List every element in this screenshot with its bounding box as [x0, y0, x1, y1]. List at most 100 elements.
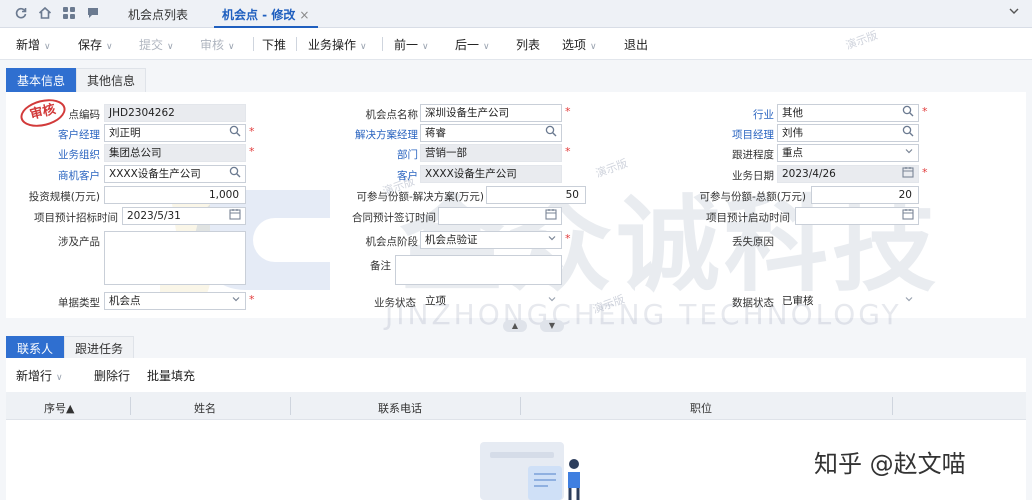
opp-name-field[interactable]: 深圳设备生产公司: [420, 104, 562, 122]
doc-type-select[interactable]: 机会点: [104, 292, 246, 310]
search-icon[interactable]: [229, 125, 241, 141]
biz-org-field: 集团总公司: [104, 144, 246, 162]
push-down-button[interactable]: 下推: [262, 36, 286, 53]
home-icon[interactable]: [38, 6, 52, 20]
calendar-icon[interactable]: [902, 166, 914, 182]
new-button[interactable]: 新增 ∨: [16, 36, 51, 53]
required-mark: *: [922, 105, 928, 118]
delete-row-button[interactable]: 删除行: [94, 367, 130, 384]
chevron-down-icon: [904, 145, 914, 161]
industry-label[interactable]: 行业: [753, 107, 774, 122]
bulk-fill-button[interactable]: 批量填充: [147, 367, 195, 384]
save-button[interactable]: 保存 ∨: [78, 36, 113, 53]
required-mark: *: [565, 145, 571, 158]
tab-follow-tasks[interactable]: 跟进任务: [64, 336, 135, 360]
column-divider: [892, 397, 893, 415]
submit-button[interactable]: 提交 ∨: [139, 36, 174, 53]
expand-down-icon[interactable]: ▼: [540, 320, 564, 332]
detail-section-tabs: 联系人 跟进任务: [6, 336, 135, 360]
next-button[interactable]: 后一 ∨: [455, 36, 490, 53]
required-mark: *: [565, 105, 571, 118]
column-divider: [520, 397, 521, 415]
customer-label[interactable]: 客户: [397, 168, 418, 183]
chevron-down-icon: [547, 232, 557, 248]
contract-time-field[interactable]: [438, 207, 562, 225]
chevron-down-icon: [904, 293, 914, 309]
project-mgr-field[interactable]: 刘伟: [777, 124, 919, 142]
invest-field[interactable]: 1,000: [104, 186, 246, 204]
bid-time-field[interactable]: 2023/5/31: [122, 207, 246, 225]
products-textarea[interactable]: [104, 231, 246, 285]
caret-down-icon: ∨: [106, 42, 113, 52]
close-icon[interactable]: ×: [299, 8, 309, 22]
caret-down-icon: ∨: [483, 42, 490, 52]
lost-reason-label: 丢失原因: [732, 236, 774, 248]
products-label: 涉及产品: [58, 236, 100, 248]
follow-select[interactable]: 重点: [777, 144, 919, 162]
caret-down-icon: ∨: [56, 373, 63, 383]
toolbar-divider: [382, 37, 383, 51]
search-icon[interactable]: [545, 125, 557, 141]
start-time-label: 项目预计启动时间: [706, 212, 790, 224]
search-icon[interactable]: [902, 125, 914, 141]
calendar-icon[interactable]: [545, 208, 557, 224]
share-solution-label: 可参与份额-解决方案(万元): [356, 191, 484, 203]
calendar-icon[interactable]: [902, 208, 914, 224]
customer-manager-label[interactable]: 客户经理: [58, 127, 100, 142]
required-mark: *: [249, 293, 255, 306]
caret-down-icon: ∨: [590, 42, 597, 52]
options-button[interactable]: 选项 ∨: [562, 36, 597, 53]
industry-field[interactable]: 其他: [777, 104, 919, 122]
stage-select[interactable]: 机会点验证: [420, 231, 562, 249]
stage-label: 机会点阶段: [365, 236, 419, 248]
list-button[interactable]: 列表: [516, 36, 540, 53]
share-solution-field[interactable]: 50: [486, 186, 586, 204]
toolbar-divider: [296, 37, 297, 51]
share-total-field[interactable]: 20: [811, 186, 919, 204]
contract-time-label: 合同预计签订时间: [352, 212, 436, 224]
message-icon[interactable]: [86, 6, 100, 20]
caret-down-icon: ∨: [228, 42, 235, 52]
start-time-field[interactable]: [795, 207, 919, 225]
opp-name-label: 机会点名称: [365, 109, 419, 121]
exit-button[interactable]: 退出: [624, 36, 648, 53]
form-section-tabs: 基本信息 其他信息: [6, 68, 147, 92]
caret-down-icon: ∨: [167, 42, 174, 52]
tab-basic-info[interactable]: 基本信息: [6, 68, 77, 92]
column-header-seq[interactable]: 序号▲: [44, 400, 74, 416]
prev-button[interactable]: 前一 ∨: [394, 36, 429, 53]
remark-textarea[interactable]: [395, 255, 562, 285]
doc-type-label: 单据类型: [58, 297, 100, 309]
search-icon[interactable]: [229, 166, 241, 182]
solution-mgr-field[interactable]: 蒋睿: [420, 124, 562, 142]
biz-org-label[interactable]: 业务组织: [58, 147, 100, 162]
column-header-phone[interactable]: 联系电话: [378, 400, 422, 416]
follow-label: 跟进程度: [732, 149, 774, 161]
business-operations-button[interactable]: 业务操作 ∨: [308, 36, 367, 53]
solution-mgr-label[interactable]: 解决方案经理: [355, 127, 418, 142]
biz-status-select: 立项: [420, 292, 562, 310]
search-icon[interactable]: [902, 105, 914, 121]
customer-manager-field[interactable]: 刘正明: [104, 124, 246, 142]
dept-label[interactable]: 部门: [397, 147, 418, 162]
tab-label: 机会点 - 修改: [222, 8, 296, 22]
calendar-icon[interactable]: [229, 208, 241, 224]
opp-customer-field[interactable]: XXXX设备生产公司: [104, 165, 246, 183]
customer-field: XXXX设备生产公司: [420, 165, 562, 183]
add-row-button[interactable]: 新增行 ∨: [16, 367, 63, 384]
opp-customer-label[interactable]: 商机客户: [58, 168, 100, 183]
chevron-down-icon: [231, 293, 241, 309]
chevron-down-icon[interactable]: [1008, 5, 1020, 21]
tab-contacts[interactable]: 联系人: [6, 336, 65, 360]
apps-grid-icon[interactable]: [62, 6, 76, 20]
tab-opportunity-list[interactable]: 机会点列表: [128, 6, 188, 23]
audit-button[interactable]: 审核 ∨: [200, 36, 235, 53]
column-header-name[interactable]: 姓名: [194, 400, 216, 416]
collapse-up-icon[interactable]: ▲: [503, 320, 527, 332]
refresh-icon[interactable]: [14, 6, 28, 20]
project-mgr-label[interactable]: 项目经理: [732, 127, 774, 142]
tab-other-info[interactable]: 其他信息: [76, 68, 147, 92]
empty-state-illustration: [480, 442, 580, 500]
tab-opportunity-edit[interactable]: 机会点 - 修改 ×: [222, 6, 309, 23]
column-header-position[interactable]: 职位: [690, 400, 712, 416]
